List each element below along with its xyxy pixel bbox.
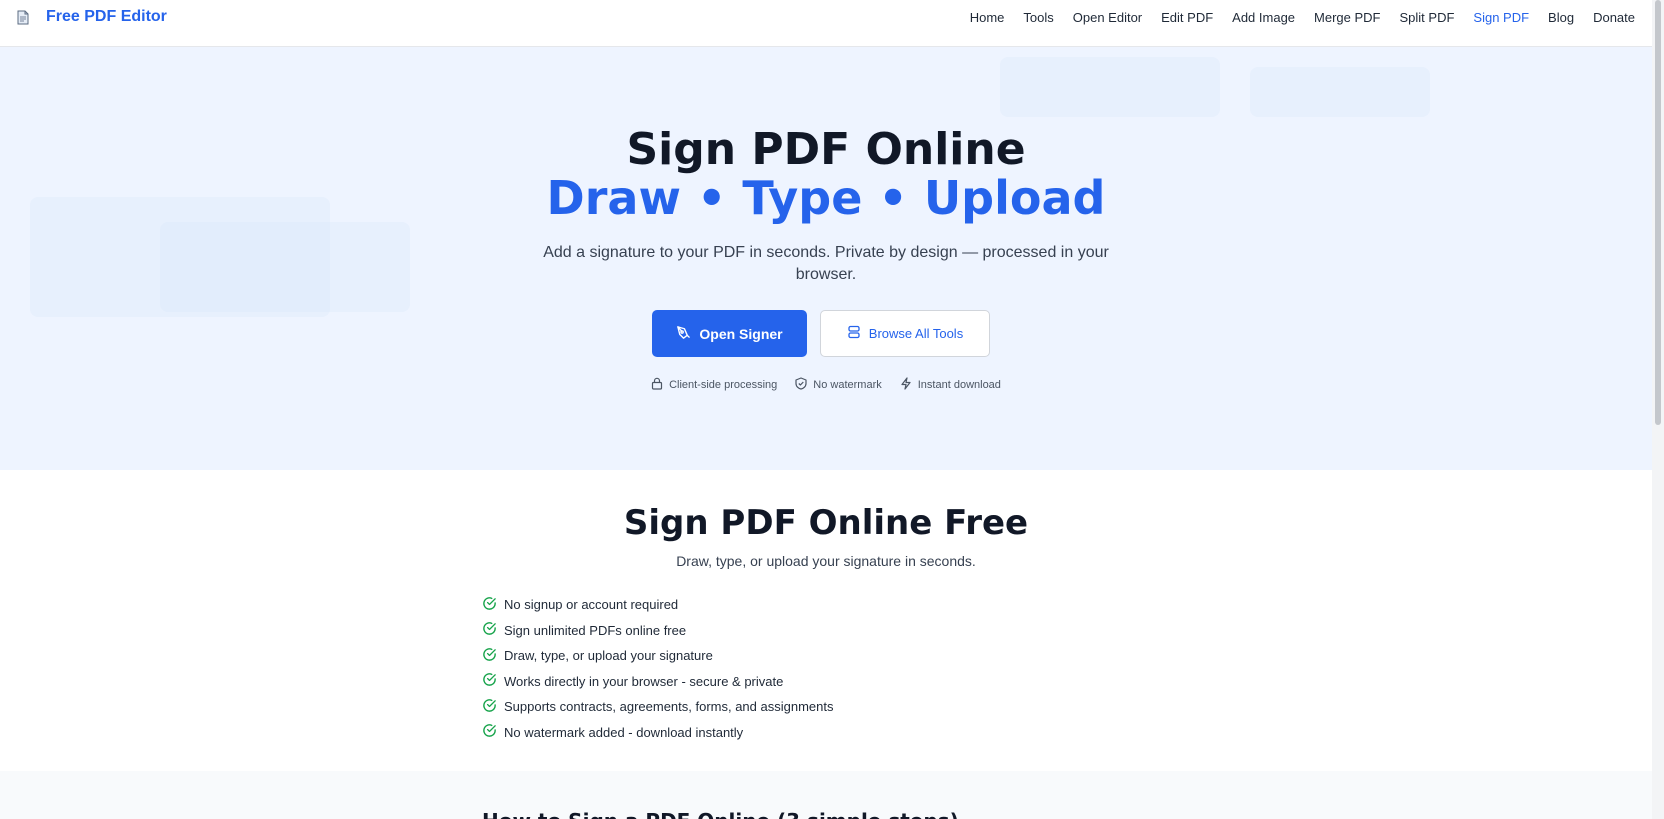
- list-item-label: Sign unlimited PDFs online free: [504, 622, 687, 638]
- how-to-section: How to Sign a PDF Online (3 simple steps…: [0, 771, 1652, 819]
- nav-home[interactable]: Home: [970, 10, 1005, 25]
- hero-bg-decoration: [1250, 67, 1430, 117]
- benefits-list: No signup or account required Sign unlim…: [482, 592, 834, 745]
- list-item-label: Draw, type, or upload your signature: [504, 648, 713, 664]
- nav-open-editor[interactable]: Open Editor: [1073, 10, 1142, 25]
- hero-subtitle: Draw • Type • Upload: [546, 171, 1106, 225]
- check-circle-icon: [482, 672, 497, 690]
- lightning-icon: [900, 377, 912, 393]
- page-scrollbar[interactable]: [1652, 0, 1664, 819]
- list-item: Supports contracts, agreements, forms, a…: [482, 694, 834, 720]
- top-navbar: Free PDF Editor Home Tools Open Editor E…: [0, 0, 1652, 47]
- how-to-title: How to Sign a PDF Online (3 simple steps…: [482, 809, 959, 819]
- section-subtitle: Draw, type, or upload your signature in …: [676, 553, 976, 569]
- open-signer-button[interactable]: Open Signer: [652, 310, 807, 357]
- list-item: Works directly in your browser - secure …: [482, 669, 834, 695]
- check-circle-icon: [482, 698, 497, 716]
- feature-item: Client-side processing: [651, 377, 777, 393]
- hero-description: Add a signature to your PDF in seconds. …: [543, 244, 1109, 283]
- check-circle-icon: [482, 596, 497, 614]
- hero-section: Sign PDF Online Draw • Type • Upload Add…: [0, 47, 1652, 470]
- check-circle-icon: [482, 621, 497, 639]
- list-item: No watermark added - download instantly: [482, 720, 834, 746]
- brand-name: Free PDF Editor: [46, 8, 167, 25]
- layers-icon: [847, 325, 861, 342]
- hero-bg-decoration: [1000, 57, 1220, 117]
- feature-item: No watermark: [795, 377, 882, 393]
- browse-tools-button[interactable]: Browse All Tools: [820, 310, 990, 357]
- list-item-label: Works directly in your browser - secure …: [504, 673, 784, 689]
- nav-add-image[interactable]: Add Image: [1232, 10, 1295, 25]
- nav-split-pdf[interactable]: Split PDF: [1400, 10, 1455, 25]
- section-title: Sign PDF Online Free: [623, 503, 1029, 543]
- hero-title: Sign PDF Online: [626, 124, 1026, 175]
- list-item-label: No signup or account required: [504, 597, 679, 613]
- feature-item: Instant download: [900, 377, 1001, 393]
- nav-blog[interactable]: Blog: [1548, 10, 1574, 25]
- nav-tools[interactable]: Tools: [1023, 10, 1053, 25]
- list-item-label: No watermark added - download instantly: [504, 724, 744, 740]
- scrollbar-thumb[interactable]: [1655, 0, 1661, 425]
- feature-label: Instant download: [917, 379, 1001, 391]
- list-item: Sign unlimited PDFs online free: [482, 618, 834, 644]
- shield-check-icon: [795, 377, 807, 393]
- nav-edit-pdf[interactable]: Edit PDF: [1161, 10, 1213, 25]
- brand-link[interactable]: Free PDF Editor: [16, 8, 167, 26]
- feature-label: Client-side processing: [669, 379, 778, 391]
- check-circle-icon: [482, 723, 497, 741]
- open-signer-label: Open Signer: [699, 325, 783, 342]
- feature-list: Client-side processing No watermark Inst…: [0, 377, 1652, 393]
- nav-donate[interactable]: Donate: [1593, 10, 1635, 25]
- nav-merge-pdf[interactable]: Merge PDF: [1314, 10, 1380, 25]
- list-item-label: Supports contracts, agreements, forms, a…: [504, 699, 834, 715]
- list-item: Draw, type, or upload your signature: [482, 643, 834, 669]
- browse-tools-label: Browse All Tools: [868, 326, 964, 341]
- lock-icon: [651, 377, 663, 393]
- nav-sign-pdf[interactable]: Sign PDF: [1473, 10, 1529, 25]
- check-circle-icon: [482, 647, 497, 665]
- main-nav: Home Tools Open Editor Edit PDF Add Imag…: [970, 10, 1635, 25]
- pen-tool-icon: [676, 325, 691, 343]
- list-item: No signup or account required: [482, 592, 834, 618]
- hero-bg-decoration: [160, 222, 410, 312]
- pdf-file-icon: [16, 8, 30, 26]
- feature-label: No watermark: [813, 379, 882, 391]
